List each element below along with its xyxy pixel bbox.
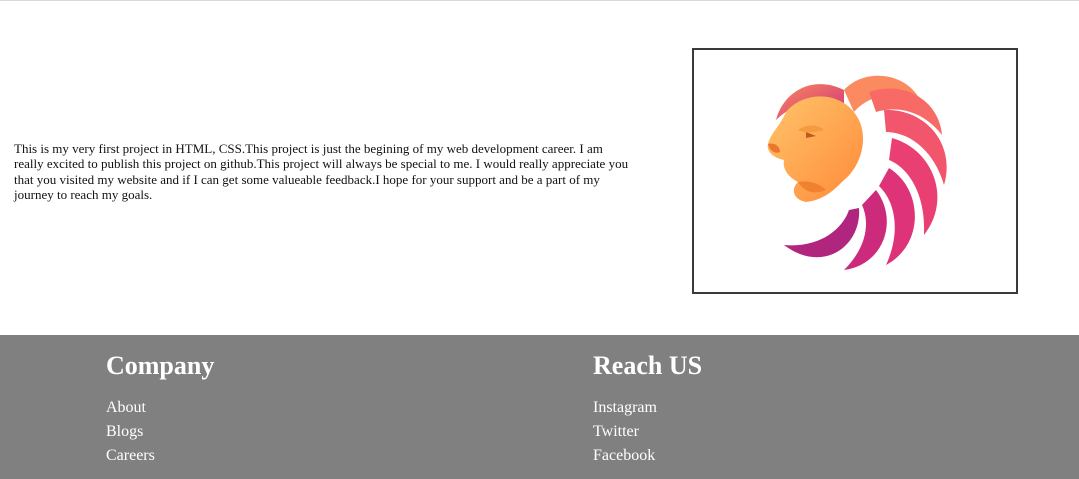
lion-head-icon xyxy=(767,75,947,270)
intro-section: This is my very first project in HTML, C… xyxy=(0,0,1079,335)
careers-link[interactable]: Careers xyxy=(106,447,155,464)
footer-company-column: Company About Blogs Careers xyxy=(106,350,214,468)
about-link[interactable]: About xyxy=(106,399,146,416)
company-link-list: About Blogs Careers xyxy=(106,396,214,468)
reach-link-list: Instagram Twitter Facebook xyxy=(593,396,702,468)
twitter-link[interactable]: Twitter xyxy=(593,423,639,440)
site-footer: Company About Blogs Careers Reach US Ins… xyxy=(0,335,1079,479)
company-heading: Company xyxy=(106,351,215,380)
logo-frame xyxy=(692,48,1018,294)
reach-heading: Reach US xyxy=(593,351,703,380)
instagram-link[interactable]: Instagram xyxy=(593,399,657,416)
footer-reach-column: Reach US Instagram Twitter Facebook xyxy=(593,350,702,468)
facebook-link[interactable]: Facebook xyxy=(593,447,655,464)
intro-paragraph: This is my very first project in HTML, C… xyxy=(14,141,629,203)
blogs-link[interactable]: Blogs xyxy=(106,423,143,440)
